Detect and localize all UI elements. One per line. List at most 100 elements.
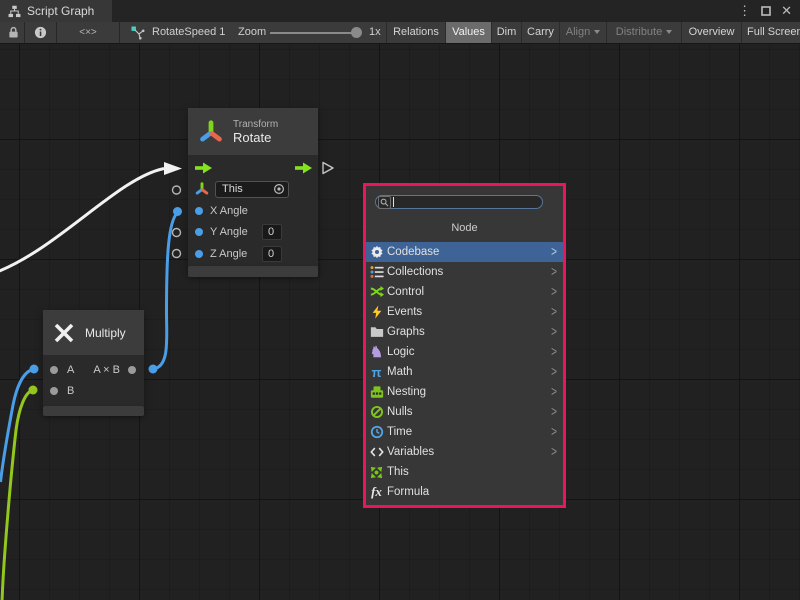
zoom-value: 1x [369,22,381,43]
finder-item-codebase[interactable]: Codebase> [366,242,563,262]
finder-header: Node [366,222,563,234]
close-icon[interactable]: ✕ [781,0,792,22]
chevron-right-icon: > [551,385,557,400]
finder-item-label: Time [387,426,412,438]
node-title: Rotate [233,130,278,145]
chevron-right-icon: > [551,425,557,440]
b-label: B [67,385,74,397]
info-icon[interactable] [25,22,56,43]
values-button[interactable]: Values [445,22,491,43]
yangle-label: Y Angle [210,226,256,238]
xangle-label: X Angle [210,205,248,217]
node-title: Multiply [85,326,126,340]
distribute-dropdown[interactable]: Distribute [606,22,681,43]
script-graph-icon [8,5,21,18]
graph-breadcrumb[interactable]: RotateSpeed 1 [152,22,225,43]
finder-item-nulls[interactable]: Nulls> [366,402,563,422]
brackets-icon [370,445,384,459]
flow-out-arrow-icon[interactable] [295,162,312,174]
object-picker-icon[interactable] [273,183,285,195]
output-label: A × B [93,364,120,376]
finder-item-label: Math [387,366,413,378]
port-row-yangle[interactable]: Y Angle 0 [188,222,318,244]
finder-item-label: This [387,466,409,478]
transform-icon [198,119,224,145]
finder-item-label: Nesting [387,386,426,398]
finder-item-time[interactable]: Time > [366,422,563,442]
finder-item-events[interactable]: Events> [366,302,563,322]
null-icon [370,405,384,419]
graph-asset-icon [130,22,146,43]
a-dot [50,366,58,374]
finder-item-logic[interactable]: ♞Logic> [366,342,563,362]
overview-button[interactable]: Overview [681,22,741,43]
zoom-slider-handle[interactable] [351,27,362,38]
zoom-slider-track[interactable] [270,32,355,34]
lightning-icon [370,305,384,319]
node-transform-rotate[interactable]: Transform Rotate This [188,108,318,268]
node-rotate-footer [188,266,318,277]
align-dropdown[interactable]: Align [559,22,606,43]
port-row-b[interactable]: B [43,381,144,403]
port-row-zangle[interactable]: Z Angle 0 [188,243,318,265]
tab-script-graph[interactable]: Script Graph [0,0,112,22]
chevron-down-icon [666,30,672,34]
this-row: This [188,179,318,201]
port-row-xangle[interactable]: X Angle [188,200,318,222]
code-preview-toggle[interactable]: <×> [57,22,119,43]
output-dot [128,366,136,374]
finder-item-label: Events [387,306,422,318]
carry-button[interactable]: Carry [521,22,559,43]
relations-button[interactable]: Relations [386,22,445,43]
finder-item-label: Codebase [387,246,439,258]
zangle-label: Z Angle [210,248,256,260]
chevron-right-icon: > [551,365,557,380]
text-caret [393,197,394,207]
this-value: This [216,183,273,195]
multiply-icon [52,321,76,345]
node-multiply-body: A A × B B [43,355,144,406]
transform-mini-icon [195,182,209,196]
finder-item-nesting[interactable]: Nesting > [366,382,563,402]
search-input[interactable] [375,195,543,209]
finder-item-math[interactable]: π Math > [366,362,563,382]
tab-bar: Script Graph ⋮ ✕ [0,0,800,22]
a-label: A [67,364,74,376]
collections-icon [370,265,384,279]
node-rotate-body: This X Angle Y Angle 0 Z Angle 0 [188,155,318,268]
xangle-dot [195,207,203,215]
chevron-right-icon: > [551,265,557,280]
finder-item-collections[interactable]: Collections > [366,262,563,282]
node-multiply-header: Multiply [43,310,144,355]
finder-item-control[interactable]: Control> [366,282,563,302]
finder-list: Codebase>Collections>Control>Events>Grap… [366,242,563,502]
yangle-dot [195,228,203,236]
lock-icon[interactable] [3,22,24,43]
zangle-value-field[interactable]: 0 [262,246,282,262]
dim-button[interactable]: Dim [491,22,521,43]
this-object-field[interactable]: This [215,181,289,198]
zangle-dot [195,250,203,258]
graph-toolbar: <×> RotateSpeed 1 Zoom 1x Relations Valu… [0,22,800,44]
port-row-a[interactable]: A A × B [43,359,144,381]
node-rotate-header: Transform Rotate [188,108,318,155]
finder-item-label: Collections [387,266,443,278]
node-multiply-footer [43,406,144,416]
finder-item-graphs[interactable]: Graphs> [366,322,563,342]
flow-in-arrow-icon[interactable] [195,162,212,174]
chevron-right-icon: > [551,405,557,420]
finder-item-label: Logic [387,346,415,358]
pi-icon: π [372,365,382,380]
chevron-right-icon: > [551,285,557,300]
node-multiply[interactable]: Multiply A A × B B [43,310,144,406]
knight-icon: ♞ [370,343,383,361]
kebab-menu-icon[interactable]: ⋮ [738,0,751,22]
finder-item-formula[interactable]: fxFormula [366,482,563,502]
maximize-icon[interactable] [761,6,771,16]
fuzzy-finder-popup: Node Codebase>Collections>Control>Events… [363,183,566,508]
folder-icon [370,325,384,339]
fullscreen-button[interactable]: Full Screen [741,22,800,43]
finder-item-this[interactable]: This [366,462,563,482]
finder-item-variables[interactable]: Variables> [366,442,563,462]
yangle-value-field[interactable]: 0 [262,224,282,240]
